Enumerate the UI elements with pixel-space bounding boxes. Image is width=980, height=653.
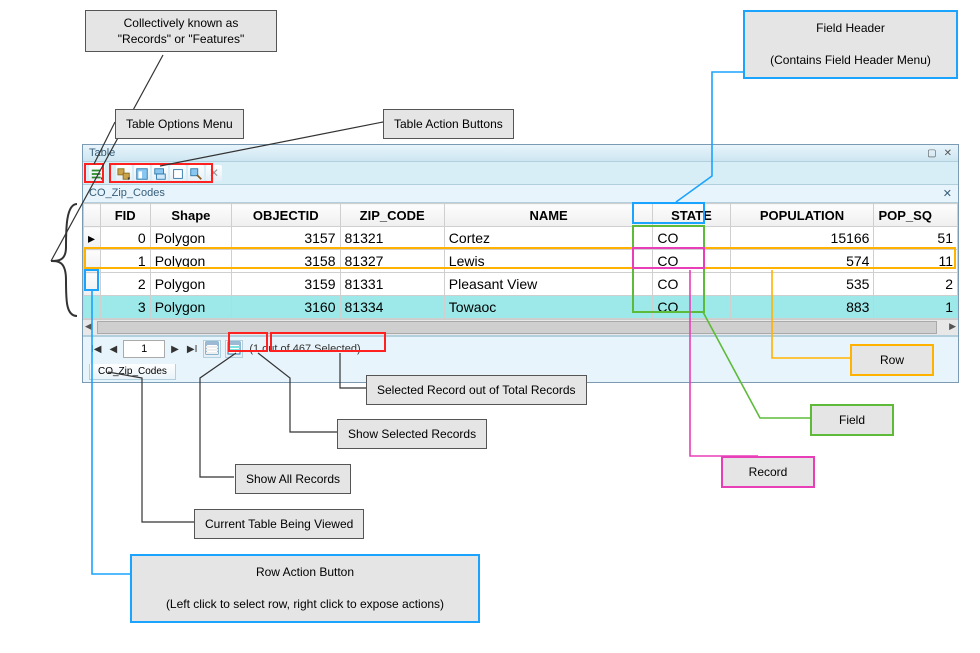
cell: Cortez <box>444 227 653 250</box>
callout-field-header: Field Header (Contains Field Header Menu… <box>743 10 958 79</box>
cell: CO <box>653 273 730 296</box>
cell: 81334 <box>340 296 444 319</box>
layer-subtitle-bar: CO_Zip_Codes ✕ <box>83 185 958 203</box>
callout-field: Field <box>810 404 894 436</box>
cell: 81327 <box>340 250 444 273</box>
cell: 2 <box>100 273 150 296</box>
horizontal-scrollbar[interactable]: ◀ ▶ <box>83 319 958 335</box>
cell: CO <box>653 296 730 319</box>
cell: Towaoc <box>444 296 653 319</box>
row-selector[interactable] <box>84 296 101 319</box>
window-pop-out-icon[interactable]: ▢ <box>927 148 936 159</box>
record-nav-bar: I◀ ◀ ▶ ▶I (1 out of 467 Selected) <box>83 336 958 361</box>
col-pop-sq[interactable]: POP_SQ <box>874 204 958 227</box>
nav-page-input[interactable] <box>123 340 165 358</box>
cell: 3157 <box>232 227 340 250</box>
nav-prev-button[interactable]: ◀ <box>107 344 119 355</box>
callout-row-action-button: Row Action Button (Left click to select … <box>130 554 480 623</box>
switch-selection-button[interactable] <box>152 165 168 181</box>
window-title: Table <box>89 147 115 159</box>
cell: 81321 <box>340 227 444 250</box>
cell: 535 <box>730 273 874 296</box>
cell: 3158 <box>232 250 340 273</box>
header-row: FID Shape OBJECTID ZIP_CODE NAME STATE P… <box>84 204 958 227</box>
callout-table-action-buttons: Table Action Buttons <box>383 109 514 139</box>
clear-selection-button[interactable] <box>170 165 186 181</box>
cell: Polygon <box>150 273 231 296</box>
cell: CO <box>653 250 730 273</box>
callout-records-features: Collectively known as "Records" or "Feat… <box>85 10 277 52</box>
cell: Polygon <box>150 227 231 250</box>
callout-show-all-records: Show All Records <box>235 464 351 494</box>
cell: Polygon <box>150 250 231 273</box>
col-name[interactable]: NAME <box>444 204 653 227</box>
table-options-menu-button[interactable] <box>89 165 105 181</box>
row-selector-header <box>84 204 101 227</box>
show-all-records-button[interactable] <box>203 340 221 358</box>
callout-row-action-line1: Row Action Button <box>256 565 354 579</box>
selection-status-text: (1 out of 467 Selected) <box>249 343 360 355</box>
cell: Lewis <box>444 250 653 273</box>
col-objectid[interactable]: OBJECTID <box>232 204 340 227</box>
table-row: 2Polygon315981331Pleasant ViewCO5352 <box>84 273 958 296</box>
cell: 11 <box>874 250 958 273</box>
cell: 1 <box>874 296 958 319</box>
row-selector[interactable] <box>84 250 101 273</box>
callout-record: Record <box>721 456 815 488</box>
layer-close-icon[interactable]: ✕ <box>943 187 952 200</box>
toolbar: ✕ <box>83 162 958 185</box>
callout-records-features-line1: Collectively known as <box>124 16 239 30</box>
row-selector[interactable] <box>84 273 101 296</box>
callout-field-header-line1: Field Header <box>816 21 885 35</box>
callout-current-table: Current Table Being Viewed <box>194 509 364 539</box>
delete-selection-button[interactable]: ✕ <box>206 165 222 181</box>
show-selected-records-button[interactable] <box>225 340 243 358</box>
table-window: Table ▢ ✕ ✕ CO_Zip_Codes ✕ <box>82 144 959 383</box>
cell: 2 <box>874 273 958 296</box>
table-row: 1Polygon315881327LewisCO57411 <box>84 250 958 273</box>
toolbar-separator <box>110 166 111 180</box>
cell: 3159 <box>232 273 340 296</box>
cell: Pleasant View <box>444 273 653 296</box>
cell: 81331 <box>340 273 444 296</box>
window-close-icon[interactable]: ✕ <box>944 148 952 159</box>
select-by-attributes-button[interactable] <box>134 165 150 181</box>
col-state[interactable]: STATE <box>653 204 730 227</box>
row-selector[interactable]: ▸ <box>84 227 101 250</box>
table-tab[interactable]: CO_Zip_Codes <box>89 364 176 380</box>
callout-table-options-menu: Table Options Menu <box>115 109 244 139</box>
cell: 574 <box>730 250 874 273</box>
callout-show-selected-records: Show Selected Records <box>337 419 487 449</box>
table-row: 3Polygon316081334TowaocCO8831 <box>84 296 958 319</box>
cell: 15166 <box>730 227 874 250</box>
callout-field-header-line2: (Contains Field Header Menu) <box>770 53 931 67</box>
col-population[interactable]: POPULATION <box>730 204 874 227</box>
nav-next-button[interactable]: ▶ <box>169 344 181 355</box>
col-zip-code[interactable]: ZIP_CODE <box>340 204 444 227</box>
cell: 3 <box>100 296 150 319</box>
layer-name: CO_Zip_Codes <box>89 187 165 200</box>
related-tables-button[interactable] <box>116 165 132 181</box>
callout-row-action-line2: (Left click to select row, right click t… <box>166 597 444 611</box>
attribute-grid: FID Shape OBJECTID ZIP_CODE NAME STATE P… <box>83 203 958 336</box>
cell: 883 <box>730 296 874 319</box>
cell: 51 <box>874 227 958 250</box>
nav-first-button[interactable]: I◀ <box>89 344 103 355</box>
table-row: ▸0Polygon315781321CortezCO1516651 <box>84 227 958 250</box>
zoom-to-selection-button[interactable] <box>188 165 204 181</box>
cell: 3160 <box>232 296 340 319</box>
table-tab-bar: CO_Zip_Codes <box>83 361 958 382</box>
cell: 1 <box>100 250 150 273</box>
cell: CO <box>653 227 730 250</box>
nav-last-button[interactable]: ▶I <box>185 344 199 355</box>
window-title-bar: Table ▢ ✕ <box>83 145 958 162</box>
col-fid[interactable]: FID <box>100 204 150 227</box>
cell: Polygon <box>150 296 231 319</box>
callout-records-features-line2: "Records" or "Features" <box>118 32 244 46</box>
cell: 0 <box>100 227 150 250</box>
col-shape[interactable]: Shape <box>150 204 231 227</box>
